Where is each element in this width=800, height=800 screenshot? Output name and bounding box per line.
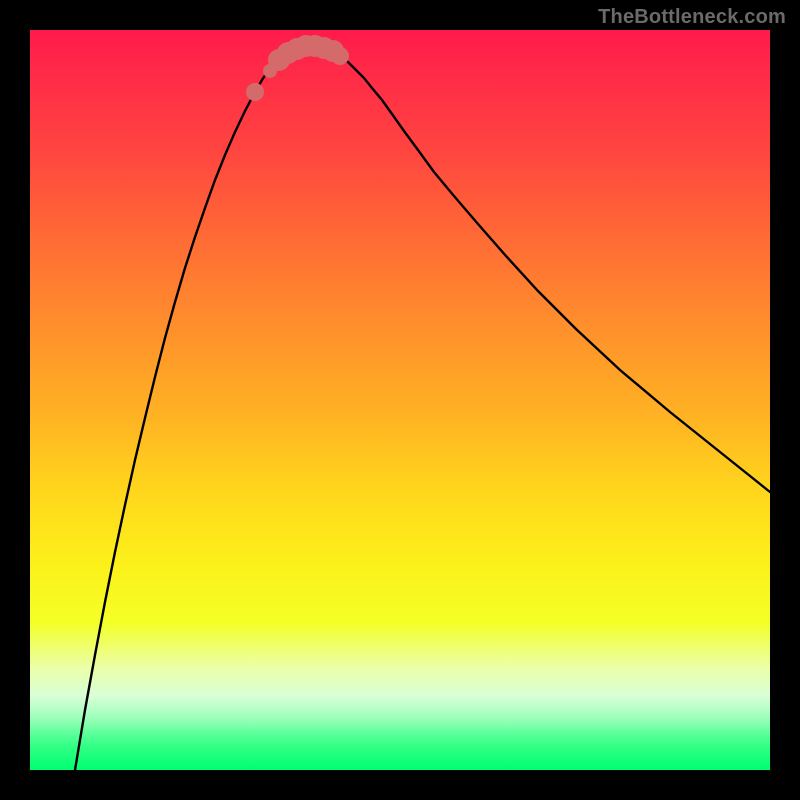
bottleneck-curve-svg bbox=[30, 30, 770, 770]
curve-marker bbox=[246, 83, 264, 101]
curve-marker bbox=[331, 47, 349, 65]
watermark-text: TheBottleneck.com bbox=[598, 6, 786, 29]
plot-area bbox=[30, 30, 770, 770]
chart-frame: TheBottleneck.com bbox=[0, 0, 800, 800]
curve-markers bbox=[246, 35, 349, 101]
bottleneck-curve bbox=[75, 46, 770, 770]
